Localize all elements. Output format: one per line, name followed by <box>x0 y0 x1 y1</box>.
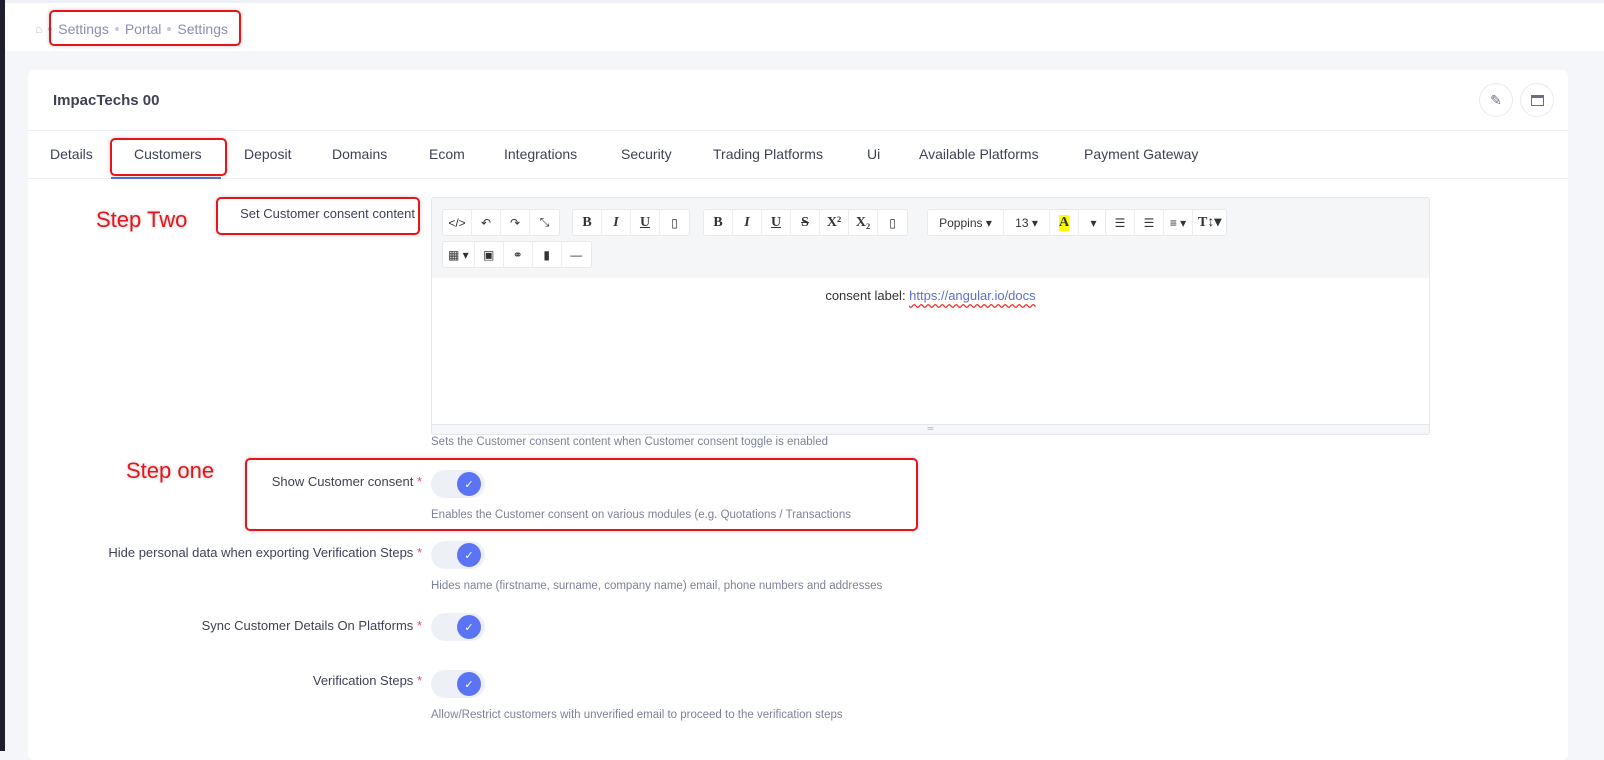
setting-label: Sync Customer Details On Platforms * <box>201 618 422 633</box>
tab-integrations[interactable]: Integrations <box>504 146 577 162</box>
check-icon: ✓ <box>457 472 481 496</box>
fullscreen-icon[interactable]: ⤡ <box>530 210 559 235</box>
check-icon: ✓ <box>457 615 481 639</box>
redo-icon[interactable]: ↷ <box>501 210 530 235</box>
annotation-box-breadcrumb <box>49 10 241 46</box>
tab-security[interactable]: Security <box>621 146 672 162</box>
tab-bar: Details Customers Deposit Domains Ecom I… <box>28 130 1568 179</box>
home-icon[interactable]: ⌂ <box>35 22 42 36</box>
horizontal-rule-icon[interactable]: — <box>562 242 591 267</box>
code-view-icon[interactable]: </> <box>443 210 472 235</box>
tab-deposit[interactable]: Deposit <box>244 146 291 162</box>
font-size-select[interactable]: 13 ▾ <box>1004 210 1050 235</box>
hide-personal-data-toggle[interactable]: ✓ <box>431 541 485 569</box>
resize-handle[interactable]: ═ <box>432 424 1429 434</box>
check-icon: ✓ <box>457 672 481 696</box>
content-text: consent label: <box>825 288 910 303</box>
italic-icon[interactable]: I <box>602 210 631 235</box>
underline-icon[interactable]: U <box>762 210 791 235</box>
bullet-list-icon[interactable]: ☰ <box>1106 210 1135 235</box>
annotation-box-customers-tab <box>110 138 227 176</box>
editor-content[interactable]: consent label: https://angular.io/docs <box>432 288 1429 303</box>
bold-icon[interactable]: B <box>573 210 602 235</box>
undo-icon[interactable]: ↶ <box>472 210 501 235</box>
sync-customer-details-toggle[interactable]: ✓ <box>431 613 485 641</box>
setting-label: Show Customer consent * <box>271 474 422 489</box>
line-height-icon[interactable]: T↕▾ <box>1193 210 1226 235</box>
content-link[interactable]: https://angular.io/docs <box>909 288 1035 303</box>
setting-label: Verification Steps * <box>312 673 422 688</box>
rich-text-editor: </> ↶ ↷ ⤡ B I U ▯ B I U S X² X₂ ▯ Poppin… <box>431 197 1430 435</box>
link-icon[interactable]: ⚭ <box>504 242 533 267</box>
left-sidebar-edge <box>0 0 5 751</box>
pencil-icon: ✎ <box>1490 91 1502 108</box>
strikethrough-icon[interactable]: S <box>791 210 820 235</box>
tab-trading-platforms[interactable]: Trading Platforms <box>713 146 823 162</box>
subscript-icon[interactable]: X₂ <box>849 210 878 235</box>
setting-label: Hide personal data when exporting Verifi… <box>108 545 422 560</box>
underline-icon[interactable]: U <box>631 210 660 235</box>
eraser-icon[interactable]: ▯ <box>660 210 689 235</box>
clear-format-icon[interactable]: ▯ <box>878 210 907 235</box>
tab-details[interactable]: Details <box>50 146 93 162</box>
align-icon[interactable]: ≡ ▾ <box>1164 210 1193 235</box>
text-color-icon[interactable]: A <box>1050 210 1079 235</box>
font-size: 13 <box>1015 215 1029 230</box>
setting-help: Hides name (firstname, surname, company … <box>431 580 883 592</box>
video-icon[interactable]: ▮ <box>533 242 562 267</box>
setting-help: Enables the Customer consent on various … <box>431 509 851 521</box>
bold-icon[interactable]: B <box>704 210 733 235</box>
show-consent-toggle[interactable]: ✓ <box>431 470 485 498</box>
editor-help: Sets the Customer consent content when C… <box>431 436 828 448</box>
tab-payment-gateway[interactable]: Payment Gateway <box>1084 146 1198 162</box>
archive-button[interactable] <box>1520 83 1554 117</box>
font-name: Poppins <box>939 215 983 230</box>
breadcrumb-bar: ⌂ Settings Portal Settings <box>5 3 1604 51</box>
verification-steps-toggle[interactable]: ✓ <box>431 670 485 698</box>
tab-ecom[interactable]: Ecom <box>429 146 465 162</box>
editor-toolbar: </> ↶ ↷ ⤡ B I U ▯ B I U S X² X₂ ▯ Poppin… <box>432 198 1429 278</box>
active-tab-indicator <box>111 177 221 179</box>
image-icon[interactable]: ▣ <box>475 242 504 267</box>
color-dropdown-icon[interactable]: ▾ <box>1079 210 1108 235</box>
numbered-list-icon[interactable]: ☰ <box>1135 210 1164 235</box>
page-title: ImpacTechs 00 <box>53 92 160 109</box>
table-icon[interactable]: ▦ ▾ <box>443 242 475 267</box>
annotation-step-two: Step Two <box>96 207 188 232</box>
tab-domains[interactable]: Domains <box>332 146 387 162</box>
font-family-select[interactable]: Poppins ▾ <box>928 210 1004 235</box>
setting-help: Allow/Restrict customers with unverified… <box>431 709 843 721</box>
tab-available-platforms[interactable]: Available Platforms <box>919 146 1039 162</box>
archive-icon <box>1530 94 1544 106</box>
annotation-step-one: Step one <box>126 458 215 483</box>
tab-ui[interactable]: Ui <box>867 146 880 162</box>
check-icon: ✓ <box>457 543 481 567</box>
superscript-icon[interactable]: X² <box>820 210 849 235</box>
edit-button[interactable]: ✎ <box>1479 83 1513 117</box>
annotation-box-editor-label <box>216 197 420 235</box>
italic-icon[interactable]: I <box>733 210 762 235</box>
